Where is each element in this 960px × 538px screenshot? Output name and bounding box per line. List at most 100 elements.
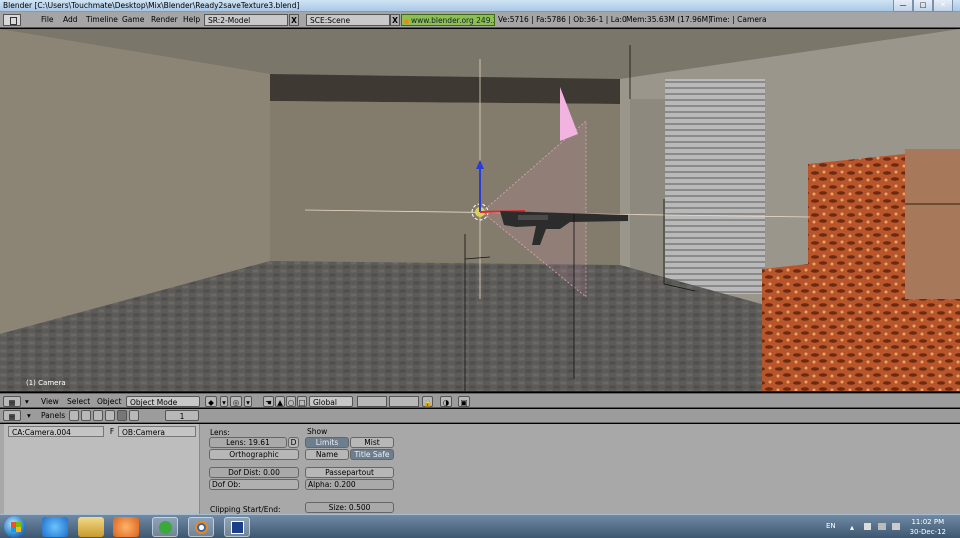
- close-button[interactable]: ✕: [933, 0, 953, 12]
- name-toggle[interactable]: Name: [305, 449, 349, 460]
- frame-number-field[interactable]: 1: [165, 410, 199, 421]
- minimize-button[interactable]: —: [893, 0, 913, 12]
- pivot-icon[interactable]: ◎: [230, 396, 242, 407]
- layer-buttons-1[interactable]: [357, 396, 387, 407]
- scene-selector[interactable]: SCE:Scene: [306, 14, 390, 26]
- viewport-object-label: (1) Camera: [26, 379, 66, 387]
- dof-dist-field[interactable]: Dof Dist: 0.00: [209, 467, 299, 478]
- utorrent-logo-icon: [159, 521, 172, 534]
- blender-logo-icon: [404, 18, 409, 24]
- flag-icon[interactable]: [864, 523, 871, 530]
- buttons-header: ▦ ▾ Panels 1: [0, 409, 960, 423]
- orientation-selector-label: Global: [313, 398, 337, 407]
- media-player-icon[interactable]: [113, 517, 139, 537]
- alpha-slider[interactable]: Alpha: 0.200: [305, 479, 394, 490]
- script-context-icon[interactable]: [81, 410, 91, 421]
- panels-collapse-icon[interactable]: ▾: [27, 410, 31, 421]
- volume-icon[interactable]: [892, 523, 900, 530]
- blender-taskbar-icon[interactable]: [188, 517, 214, 537]
- camera-data-name-field[interactable]: CA:Camera.004: [8, 426, 104, 437]
- clipping-label: Clipping Start/End:: [210, 505, 281, 514]
- panels-label: Panels: [41, 411, 66, 420]
- tray-chevron-icon[interactable]: ▴: [850, 523, 854, 532]
- passepartout-toggle[interactable]: Passepartout: [305, 467, 394, 478]
- menu-game[interactable]: Game: [122, 14, 144, 26]
- mode-selector-label: Object Mode: [130, 398, 178, 407]
- paint-taskbar-icon[interactable]: [224, 517, 250, 537]
- 3d-viewport[interactable]: (1) Camera: [0, 29, 960, 392]
- scale-manipulator-icon[interactable]: □: [297, 396, 307, 407]
- pivot-dropdown-icon[interactable]: ▾: [244, 396, 252, 407]
- rotate-manipulator-icon[interactable]: ○: [286, 396, 296, 407]
- shading-dropdown-icon[interactable]: ▾: [220, 396, 228, 407]
- fake-user-button[interactable]: F: [106, 426, 118, 437]
- lock-icon[interactable]: 🔒: [422, 396, 433, 407]
- file-explorer-icon[interactable]: [78, 517, 104, 537]
- show-section-label: Show: [307, 427, 328, 436]
- time-stats: Time: | Camera: [709, 15, 767, 24]
- shading-context-icon[interactable]: [93, 410, 103, 421]
- frame-number-value: 1: [179, 412, 185, 421]
- link-panel: CA:Camera.004 F OB:Camera: [4, 424, 200, 514]
- window-title: Blender [C:\Users\Touchmate\Desktop\Mix\…: [3, 1, 300, 10]
- shading-icon[interactable]: ◆: [205, 396, 217, 407]
- collapse-menu-icon[interactable]: ▾: [25, 396, 29, 407]
- orientation-selector[interactable]: Global: [309, 396, 353, 407]
- lens-field[interactable]: Lens: 19.61: [209, 437, 287, 448]
- scene-context-icon[interactable]: [129, 410, 139, 421]
- start-button[interactable]: [4, 516, 26, 538]
- screen-delete-button[interactable]: X: [289, 14, 299, 26]
- size-field[interactable]: Size: 0.500: [305, 502, 394, 513]
- object-name-field[interactable]: OB:Camera: [118, 426, 196, 437]
- memory-stats: Mem:35.63M (17.96M): [626, 15, 712, 24]
- menu-object[interactable]: Object: [97, 396, 121, 407]
- system-tray: EN ▴ 11:02 PM 30-Dec-12: [820, 515, 960, 538]
- render-icon[interactable]: ▣: [458, 396, 470, 407]
- blender-logo-icon: [195, 521, 208, 534]
- windows-taskbar: EN ▴ 11:02 PM 30-Dec-12: [0, 514, 960, 538]
- layer-buttons-2[interactable]: [389, 396, 419, 407]
- manipulator-hand-icon[interactable]: ☚: [263, 396, 274, 407]
- orthographic-toggle[interactable]: Orthographic: [209, 449, 299, 460]
- menu-add[interactable]: Add: [63, 14, 78, 26]
- blender-url-link[interactable]: www.blender.org 249.2: [401, 14, 495, 26]
- menu-view[interactable]: View: [41, 396, 59, 407]
- render-preview-icon[interactable]: ◑: [440, 396, 452, 407]
- maximize-button[interactable]: □: [913, 0, 933, 12]
- info-header: File Add Timeline Game Render Help SR:2-…: [0, 12, 960, 28]
- menu-timeline[interactable]: Timeline: [86, 14, 118, 26]
- mode-selector[interactable]: Object Mode: [126, 396, 200, 407]
- title-safe-toggle[interactable]: Title Safe: [350, 449, 394, 460]
- editor-type-icon[interactable]: ▦: [3, 396, 21, 407]
- translate-manipulator-icon[interactable]: ▲: [275, 396, 285, 407]
- lens-degrees-toggle[interactable]: D: [288, 437, 299, 448]
- menu-render[interactable]: Render: [151, 14, 178, 26]
- limits-toggle[interactable]: Limits: [305, 437, 349, 448]
- buttons-window: CA:Camera.004 F OB:Camera Lens: Lens: 19…: [0, 424, 960, 514]
- internet-explorer-icon[interactable]: [42, 517, 68, 537]
- screen-selector[interactable]: SR:2-Model: [204, 14, 288, 26]
- title-bar: Blender [C:\Users\Touchmate\Desktop\Mix\…: [0, 0, 960, 12]
- paint-logo-icon: [231, 521, 244, 534]
- clock[interactable]: 11:02 PM 30-Dec-12: [910, 517, 946, 537]
- menu-help[interactable]: Help: [183, 14, 200, 26]
- window-type-icon[interactable]: [3, 14, 21, 26]
- clock-date: 30-Dec-12: [909, 528, 946, 536]
- mist-toggle[interactable]: Mist: [350, 437, 394, 448]
- editing-context-icon[interactable]: [117, 410, 127, 421]
- menu-file[interactable]: File: [41, 14, 54, 26]
- object-context-icon[interactable]: [105, 410, 115, 421]
- viewport-scene: [0, 29, 960, 391]
- scene-stats: Ve:5716 | Fa:5786 | Ob:36-1 | La:0: [498, 15, 627, 24]
- utorrent-icon[interactable]: [152, 517, 178, 537]
- 3d-view-header: ▦ ▾ View Select Object Object Mode ◆ ▾ ◎…: [0, 393, 960, 408]
- lens-section-label: Lens:: [210, 428, 230, 437]
- url-text: www.blender.org 249.2: [411, 16, 495, 25]
- buttons-editor-type-icon[interactable]: ▦: [3, 410, 21, 421]
- dof-object-field[interactable]: Dof Ob:: [209, 479, 299, 490]
- scene-delete-button[interactable]: X: [390, 14, 400, 26]
- language-indicator[interactable]: EN: [826, 522, 836, 530]
- menu-select[interactable]: Select: [67, 396, 90, 407]
- logic-context-icon[interactable]: [69, 410, 79, 421]
- network-icon[interactable]: [878, 523, 886, 530]
